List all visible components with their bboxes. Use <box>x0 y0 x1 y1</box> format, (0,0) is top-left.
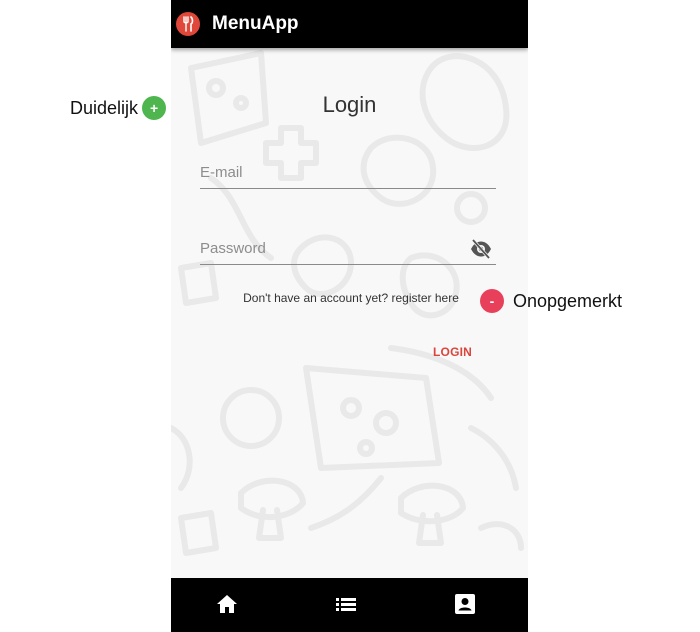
page-title: Login <box>322 92 377 117</box>
list-icon[interactable] <box>336 596 356 617</box>
password-field[interactable]: Password <box>200 234 496 265</box>
account-box-icon[interactable] <box>455 594 475 619</box>
email-placeholder: E-mail <box>200 164 243 181</box>
password-placeholder: Password <box>200 240 266 257</box>
app-bar: MenuApp <box>171 0 528 48</box>
annotation-negative: - Onopgemerkt <box>480 289 622 313</box>
login-button[interactable]: LOGIN <box>433 345 472 359</box>
register-link[interactable]: Don't have an account yet? register here <box>171 291 528 305</box>
email-field[interactable]: E-mail <box>200 158 496 189</box>
home-icon[interactable] <box>216 594 238 619</box>
annotation-positive: Duidelijk + <box>70 96 167 120</box>
food-doodle-background <box>171 50 524 556</box>
utensils-icon <box>176 12 200 36</box>
eye-off-icon[interactable] <box>470 238 492 264</box>
app-title: MenuApp <box>212 13 299 34</box>
annotation-positive-label: Duidelijk <box>70 97 139 118</box>
bottom-navigation <box>171 578 528 632</box>
phone-screen: MenuApp Login E-mail Password Don't have… <box>171 0 528 632</box>
plus-badge-icon: + <box>142 96 167 120</box>
minus-badge-icon: - <box>480 289 504 313</box>
annotation-negative-label: Onopgemerkt <box>513 290 623 311</box>
